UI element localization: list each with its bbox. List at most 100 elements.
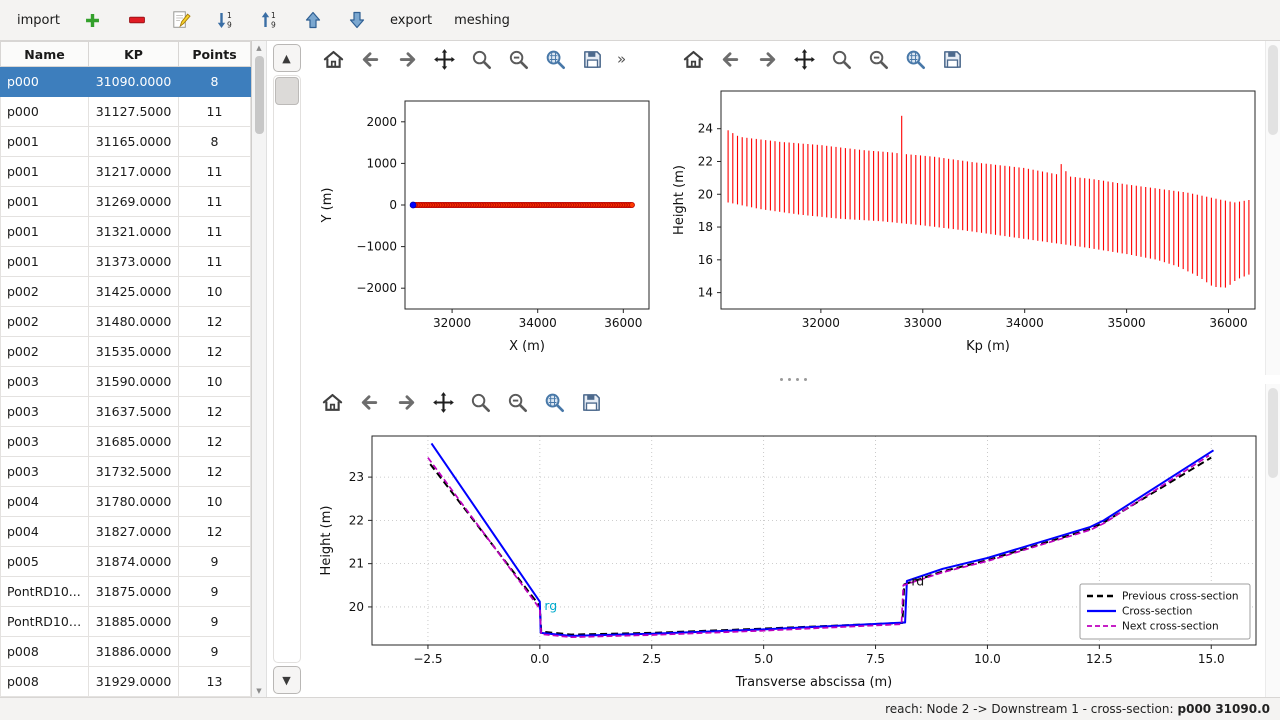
cell-name[interactable]: p004 [1,517,89,547]
cell-kp[interactable]: 31269.0000 [89,187,179,217]
column-header-points[interactable]: Points [179,42,251,67]
cell-points[interactable]: 10 [179,487,251,517]
cell-name[interactable]: PontRD10... [1,577,89,607]
top-figures-scrollbar[interactable] [1265,41,1280,375]
table-row[interactable]: p00131321.000011 [1,217,251,247]
panel-scrollbar[interactable]: ▲ ▼ [267,41,306,697]
cell-name[interactable]: p008 [1,667,89,697]
cell-kp[interactable]: 31590.0000 [89,367,179,397]
save-button[interactable] [578,45,606,73]
table-row[interactable]: p00131165.00008 [1,127,251,157]
zoom-original-button[interactable] [503,388,531,416]
add-cross-section-button[interactable] [73,5,113,35]
cell-name[interactable]: p002 [1,307,89,337]
table-row[interactable]: p00031090.00008 [1,67,251,97]
scroll-down-icon[interactable]: ▼ [253,684,266,697]
cell-kp[interactable]: 31732.5000 [89,457,179,487]
table-row[interactable]: p00131217.000011 [1,157,251,187]
zoom-button[interactable] [467,45,495,73]
cell-points[interactable]: 9 [179,607,251,637]
table-scrollbar-thumb[interactable] [255,56,264,134]
more-tools-button[interactable]: » [615,50,628,68]
table-row[interactable]: p00231425.000010 [1,277,251,307]
cell-name[interactable]: p003 [1,397,89,427]
save-button[interactable] [938,45,966,73]
xsection-canvas[interactable]: −2.50.02.55.07.510.012.515.020212223Tran… [308,420,1266,703]
cell-points[interactable]: 11 [179,187,251,217]
pan-button[interactable] [430,45,458,73]
cell-points[interactable]: 12 [179,397,251,427]
zoom-original-button[interactable] [864,45,892,73]
scroll-up-icon[interactable]: ▲ [253,41,266,54]
cell-points[interactable]: 12 [179,517,251,547]
save-button[interactable] [577,388,605,416]
back-button[interactable] [356,45,384,73]
cell-kp[interactable]: 31373.0000 [89,247,179,277]
zoom-button[interactable] [827,45,855,73]
cell-points[interactable]: 9 [179,577,251,607]
cell-kp[interactable]: 31685.0000 [89,427,179,457]
cell-points[interactable]: 9 [179,637,251,667]
edit-cross-section-button[interactable] [161,5,201,35]
table-row[interactable]: p00331590.000010 [1,367,251,397]
cell-kp[interactable]: 31886.0000 [89,637,179,667]
sort-descending-button[interactable]: 19 [249,5,289,35]
cell-kp[interactable]: 31425.0000 [89,277,179,307]
cell-kp[interactable]: 31874.0000 [89,547,179,577]
table-row[interactable]: p00831886.00009 [1,637,251,667]
forward-button[interactable] [393,45,421,73]
cell-name[interactable]: p003 [1,457,89,487]
zoom-button[interactable] [466,388,494,416]
panel-scrollbar-thumb[interactable] [275,77,299,105]
panel-scrollbar-track[interactable] [273,75,301,663]
cell-name[interactable]: p003 [1,367,89,397]
back-button[interactable] [716,45,744,73]
home-button[interactable] [319,45,347,73]
cell-kp[interactable]: 31780.0000 [89,487,179,517]
cell-kp[interactable]: 31875.0000 [89,577,179,607]
zoom-selection-button[interactable] [901,45,929,73]
cell-points[interactable]: 12 [179,457,251,487]
cell-name[interactable]: p002 [1,337,89,367]
table-row[interactable]: p00331732.500012 [1,457,251,487]
remove-cross-section-button[interactable] [117,5,157,35]
column-header-kp[interactable]: KP [89,42,179,67]
cell-name[interactable]: p003 [1,427,89,457]
plan-canvas[interactable]: 320003400036000200010000−1000−2000X (m)Y… [309,77,661,371]
cell-name[interactable]: p001 [1,157,89,187]
back-button[interactable] [355,388,383,416]
cell-name[interactable]: p001 [1,247,89,277]
pan-button[interactable] [429,388,457,416]
cell-kp[interactable]: 31127.5000 [89,97,179,127]
panel-scroll-up-button[interactable]: ▲ [273,44,301,72]
zoom-selection-button[interactable] [541,45,569,73]
import-button[interactable]: import [8,5,69,35]
cell-kp[interactable]: 31637.5000 [89,397,179,427]
cell-kp[interactable]: 31321.0000 [89,217,179,247]
bottom-figure-scrollbar[interactable] [1265,384,1280,697]
cell-name[interactable]: p008 [1,637,89,667]
cell-name[interactable]: p004 [1,487,89,517]
cell-points[interactable]: 12 [179,307,251,337]
table-row[interactable]: p00231535.000012 [1,337,251,367]
zoom-selection-button[interactable] [540,388,568,416]
cell-kp[interactable]: 31827.0000 [89,517,179,547]
export-button[interactable]: export [381,5,441,35]
cell-kp[interactable]: 31885.0000 [89,607,179,637]
cell-name[interactable]: p005 [1,547,89,577]
table-scrollbar-track[interactable] [253,54,266,684]
table-row[interactable]: p00331637.500012 [1,397,251,427]
table-row[interactable]: p00831929.000013 [1,667,251,697]
cell-kp[interactable]: 31217.0000 [89,157,179,187]
table-row[interactable]: p00031127.500011 [1,97,251,127]
forward-button[interactable] [392,388,420,416]
horizontal-splitter[interactable] [306,375,1280,384]
cell-kp[interactable]: 31929.0000 [89,667,179,697]
panel-scroll-down-button[interactable]: ▼ [273,666,301,694]
cell-points[interactable]: 11 [179,97,251,127]
cell-points[interactable]: 11 [179,217,251,247]
cell-points[interactable]: 12 [179,427,251,457]
cell-name[interactable]: p002 [1,277,89,307]
cell-kp[interactable]: 31090.0000 [89,67,179,97]
table-row[interactable]: p00431827.000012 [1,517,251,547]
